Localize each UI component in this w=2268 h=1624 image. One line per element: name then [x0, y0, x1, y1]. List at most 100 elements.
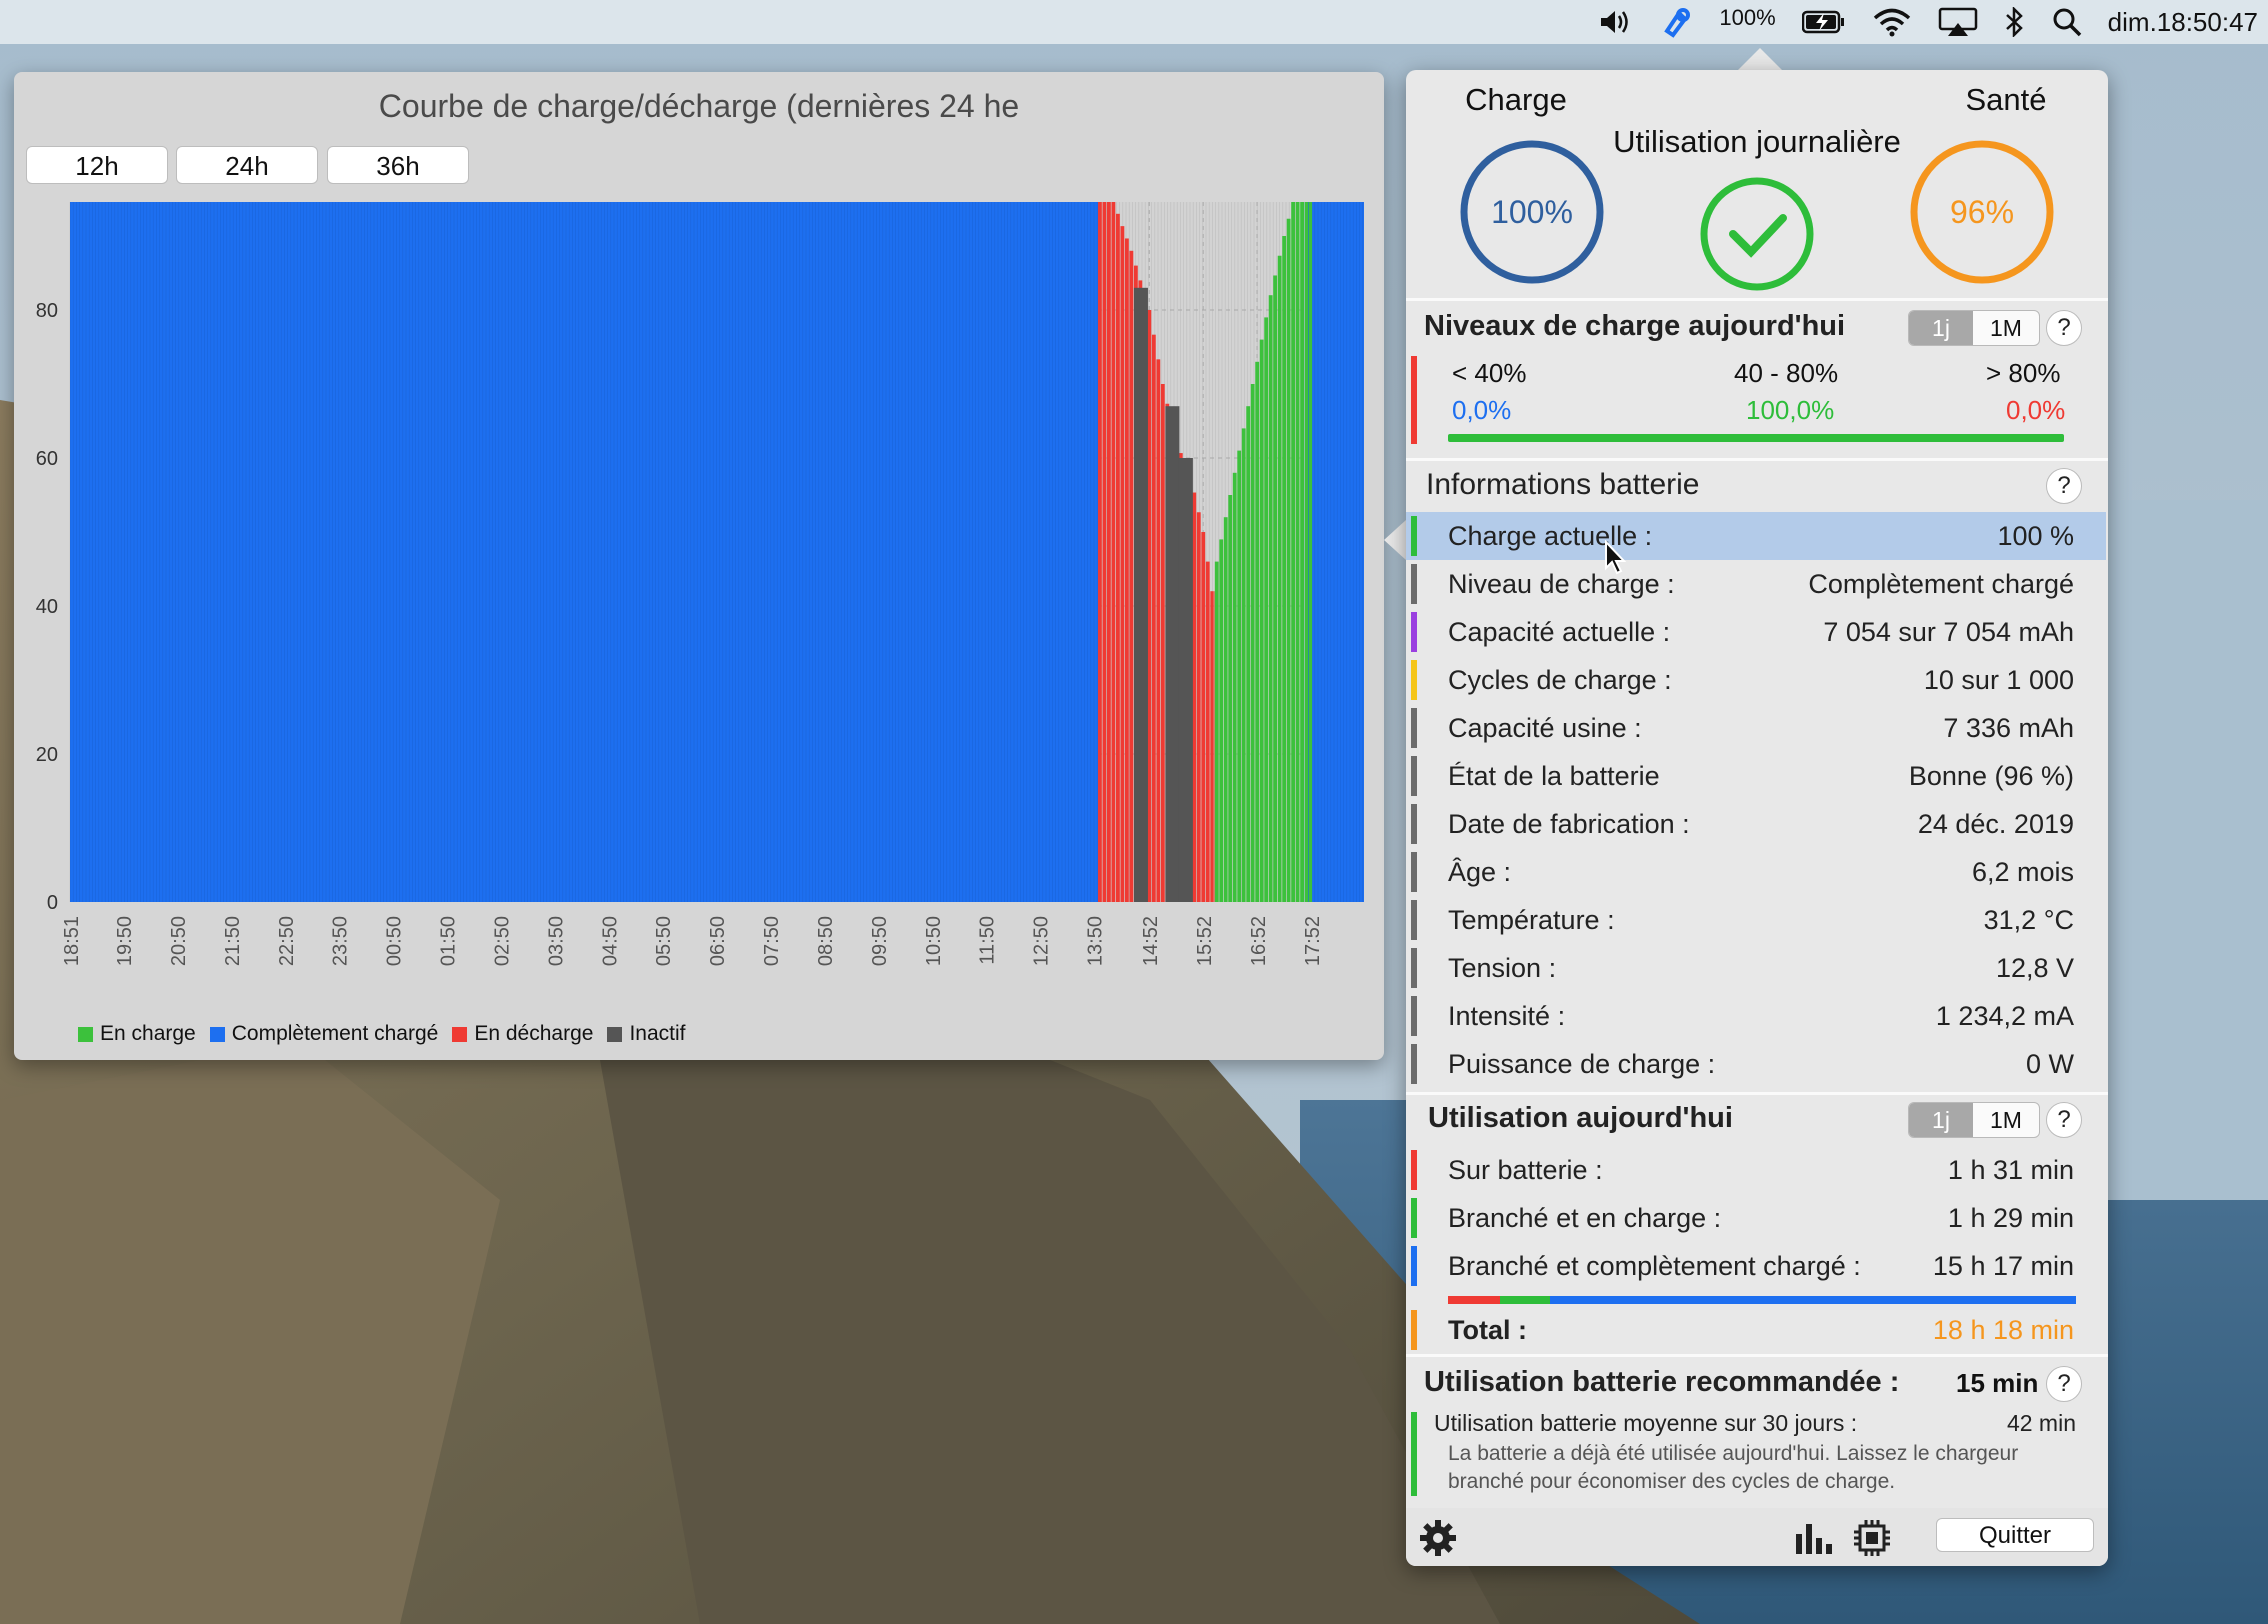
- recommended-title: Utilisation batterie recommandée :: [1424, 1366, 1900, 1398]
- bar-charging: [1268, 295, 1273, 902]
- airplay-icon[interactable]: [1938, 0, 1978, 44]
- cpu-chip-icon[interactable]: [1852, 1518, 1892, 1558]
- usage-row-stripe: [1411, 1198, 1417, 1238]
- legend-label: En charge: [100, 1022, 196, 1045]
- health-gauge-value: 96%: [1950, 194, 2014, 230]
- bar-discharging: [1201, 532, 1206, 902]
- legend-swatch: [607, 1026, 623, 1042]
- bar-charging: [1282, 236, 1287, 902]
- level-low-value: 0,0%: [1452, 395, 1512, 425]
- levels-tab-1m[interactable]: 1M: [1973, 311, 2039, 345]
- separator: [1406, 298, 2108, 301]
- battery-charging-icon[interactable]: [1801, 0, 1846, 44]
- bar-chart-icon[interactable]: [1794, 1520, 1834, 1556]
- legend-label: Inactif: [629, 1022, 686, 1045]
- usage-row-key: Branché et en charge :: [1448, 1203, 1722, 1233]
- usage-period-toggle[interactable]: 1j 1M: [1908, 1102, 2040, 1138]
- info-row-stripe: [1411, 660, 1417, 700]
- info-row-key: Date de fabrication :: [1448, 809, 1690, 839]
- charge-gauge: 100%: [1460, 140, 1604, 284]
- charge-chart: 02040608010018:5119:5020:5021:5022:5023:…: [36, 202, 1364, 966]
- x-tick-label: 06:50: [707, 916, 729, 966]
- separator: [1406, 458, 2108, 461]
- usage-tab-1j[interactable]: 1j: [1909, 1103, 1973, 1137]
- info-row[interactable]: Charge actuelle :100 %: [1406, 512, 2106, 560]
- volume-icon[interactable]: [1599, 0, 1633, 44]
- x-tick-label: 20:50: [168, 916, 190, 966]
- bar-idle: [1133, 287, 1148, 902]
- bar-discharging: [1098, 202, 1102, 902]
- info-row-stripe: [1411, 612, 1417, 652]
- bar-discharging: [1129, 250, 1134, 903]
- wifi-icon[interactable]: [1872, 0, 1912, 44]
- charge-gauge-label: Charge: [1465, 82, 1567, 117]
- info-row[interactable]: Niveau de charge : Complètement chargé: [1406, 560, 2106, 608]
- info-row[interactable]: État de la batterie Bonne (96 %): [1406, 752, 2106, 800]
- info-row[interactable]: Cycles de charge : 10 sur 1 000: [1406, 656, 2106, 704]
- x-tick-label: 18:51: [61, 916, 83, 966]
- bar-discharging: [1124, 238, 1129, 902]
- total-stripe: [1411, 1310, 1417, 1350]
- info-row-value: 24 déc. 2019: [1917, 809, 2074, 839]
- usage-row-value: 15 h 17 min: [1932, 1251, 2074, 1281]
- info-row-stripe: [1411, 804, 1417, 844]
- info-row[interactable]: Capacité actuelle : 7 054 sur 7 054 mAh: [1406, 608, 2106, 656]
- info-help-button[interactable]: ?: [2046, 468, 2082, 504]
- bluetooth-icon[interactable]: [2004, 0, 2026, 44]
- info-row[interactable]: Température : 31,2 °C: [1406, 896, 2106, 944]
- info-row-value: 6,2 mois: [1971, 857, 2074, 887]
- info-row[interactable]: Intensité : 1 234,2 mA: [1406, 992, 2106, 1040]
- app-status-icon[interactable]: [1659, 0, 1693, 44]
- usage-distribution-bar: [1448, 1296, 2076, 1304]
- info-row-stripe: [1411, 708, 1417, 748]
- range-36h-button[interactable]: 36h: [327, 146, 469, 184]
- levels-help-button[interactable]: ?: [2046, 310, 2082, 346]
- avg-usage-label: Utilisation batterie moyenne sur 30 jour…: [1434, 1410, 1858, 1436]
- info-row-value: 12,8 V: [1995, 953, 2074, 983]
- legend-item: En décharge: [452, 1022, 593, 1046]
- bar-charging: [1241, 428, 1246, 902]
- clock[interactable]: dim.18:50:47: [2108, 0, 2258, 44]
- checkmark-icon: [1729, 214, 1787, 258]
- info-row-key: Température :: [1448, 905, 1615, 935]
- usage-total-row: Total : 18 h 18 min: [1406, 1306, 2106, 1354]
- bar-charging: [1255, 361, 1260, 902]
- charge-chart-window: Courbe de charge/décharge (dernières 24 …: [14, 72, 1384, 1060]
- range-24h-button[interactable]: 24h: [176, 146, 318, 184]
- info-row-stripe: [1411, 948, 1417, 988]
- recommended-help-button[interactable]: ?: [2046, 1366, 2082, 1402]
- info-row[interactable]: Tension : 12,8 V: [1406, 944, 2106, 992]
- x-tick-label: 19:50: [114, 916, 136, 966]
- x-tick-label: 14:52: [1140, 916, 1162, 966]
- levels-period-toggle[interactable]: 1j 1M: [1908, 310, 2040, 346]
- bar-charging: [1273, 275, 1278, 902]
- recommended-note: La batterie a déjà été utilisée aujourd'…: [1448, 1442, 2019, 1493]
- info-row-key: Niveau de charge :: [1448, 569, 1675, 599]
- bar-idle: [1165, 406, 1180, 902]
- info-row-key: Intensité :: [1448, 1001, 1566, 1031]
- usage-gauge: [1700, 177, 1814, 291]
- gear-icon[interactable]: [1418, 1518, 1458, 1558]
- bar-full-charge: [1304, 202, 1364, 902]
- charge-gauge-value: 100%: [1491, 194, 1573, 230]
- x-tick-label: 23:50: [330, 916, 352, 966]
- info-row[interactable]: Date de fabrication : 24 déc. 2019: [1406, 800, 2106, 848]
- info-row[interactable]: Âge : 6,2 mois: [1406, 848, 2106, 896]
- range-12h-button[interactable]: 12h: [26, 146, 168, 184]
- usage-help-button[interactable]: ?: [2046, 1102, 2082, 1138]
- usage-row-stripe: [1411, 1246, 1417, 1286]
- info-title: Informations batterie: [1426, 468, 1700, 501]
- search-icon[interactable]: [2052, 0, 2082, 44]
- avg-usage-value: 42 min: [2006, 1410, 2076, 1436]
- usage-tab-1m[interactable]: 1M: [1973, 1103, 2039, 1137]
- x-tick-label: 09:50: [869, 916, 891, 966]
- y-tick-label: 80: [36, 300, 58, 322]
- level-mid-head: 40 - 80%: [1734, 358, 1839, 388]
- bar-discharging: [1111, 202, 1116, 902]
- levels-tab-1j[interactable]: 1j: [1909, 311, 1973, 345]
- bar-charging: [1223, 517, 1228, 902]
- info-row[interactable]: Capacité usine : 7 336 mAh: [1406, 704, 2106, 752]
- x-tick-label: 16:52: [1248, 916, 1270, 966]
- quit-button[interactable]: Quitter: [1936, 1518, 2094, 1552]
- info-row[interactable]: Puissance de charge : 0 W: [1406, 1040, 2106, 1088]
